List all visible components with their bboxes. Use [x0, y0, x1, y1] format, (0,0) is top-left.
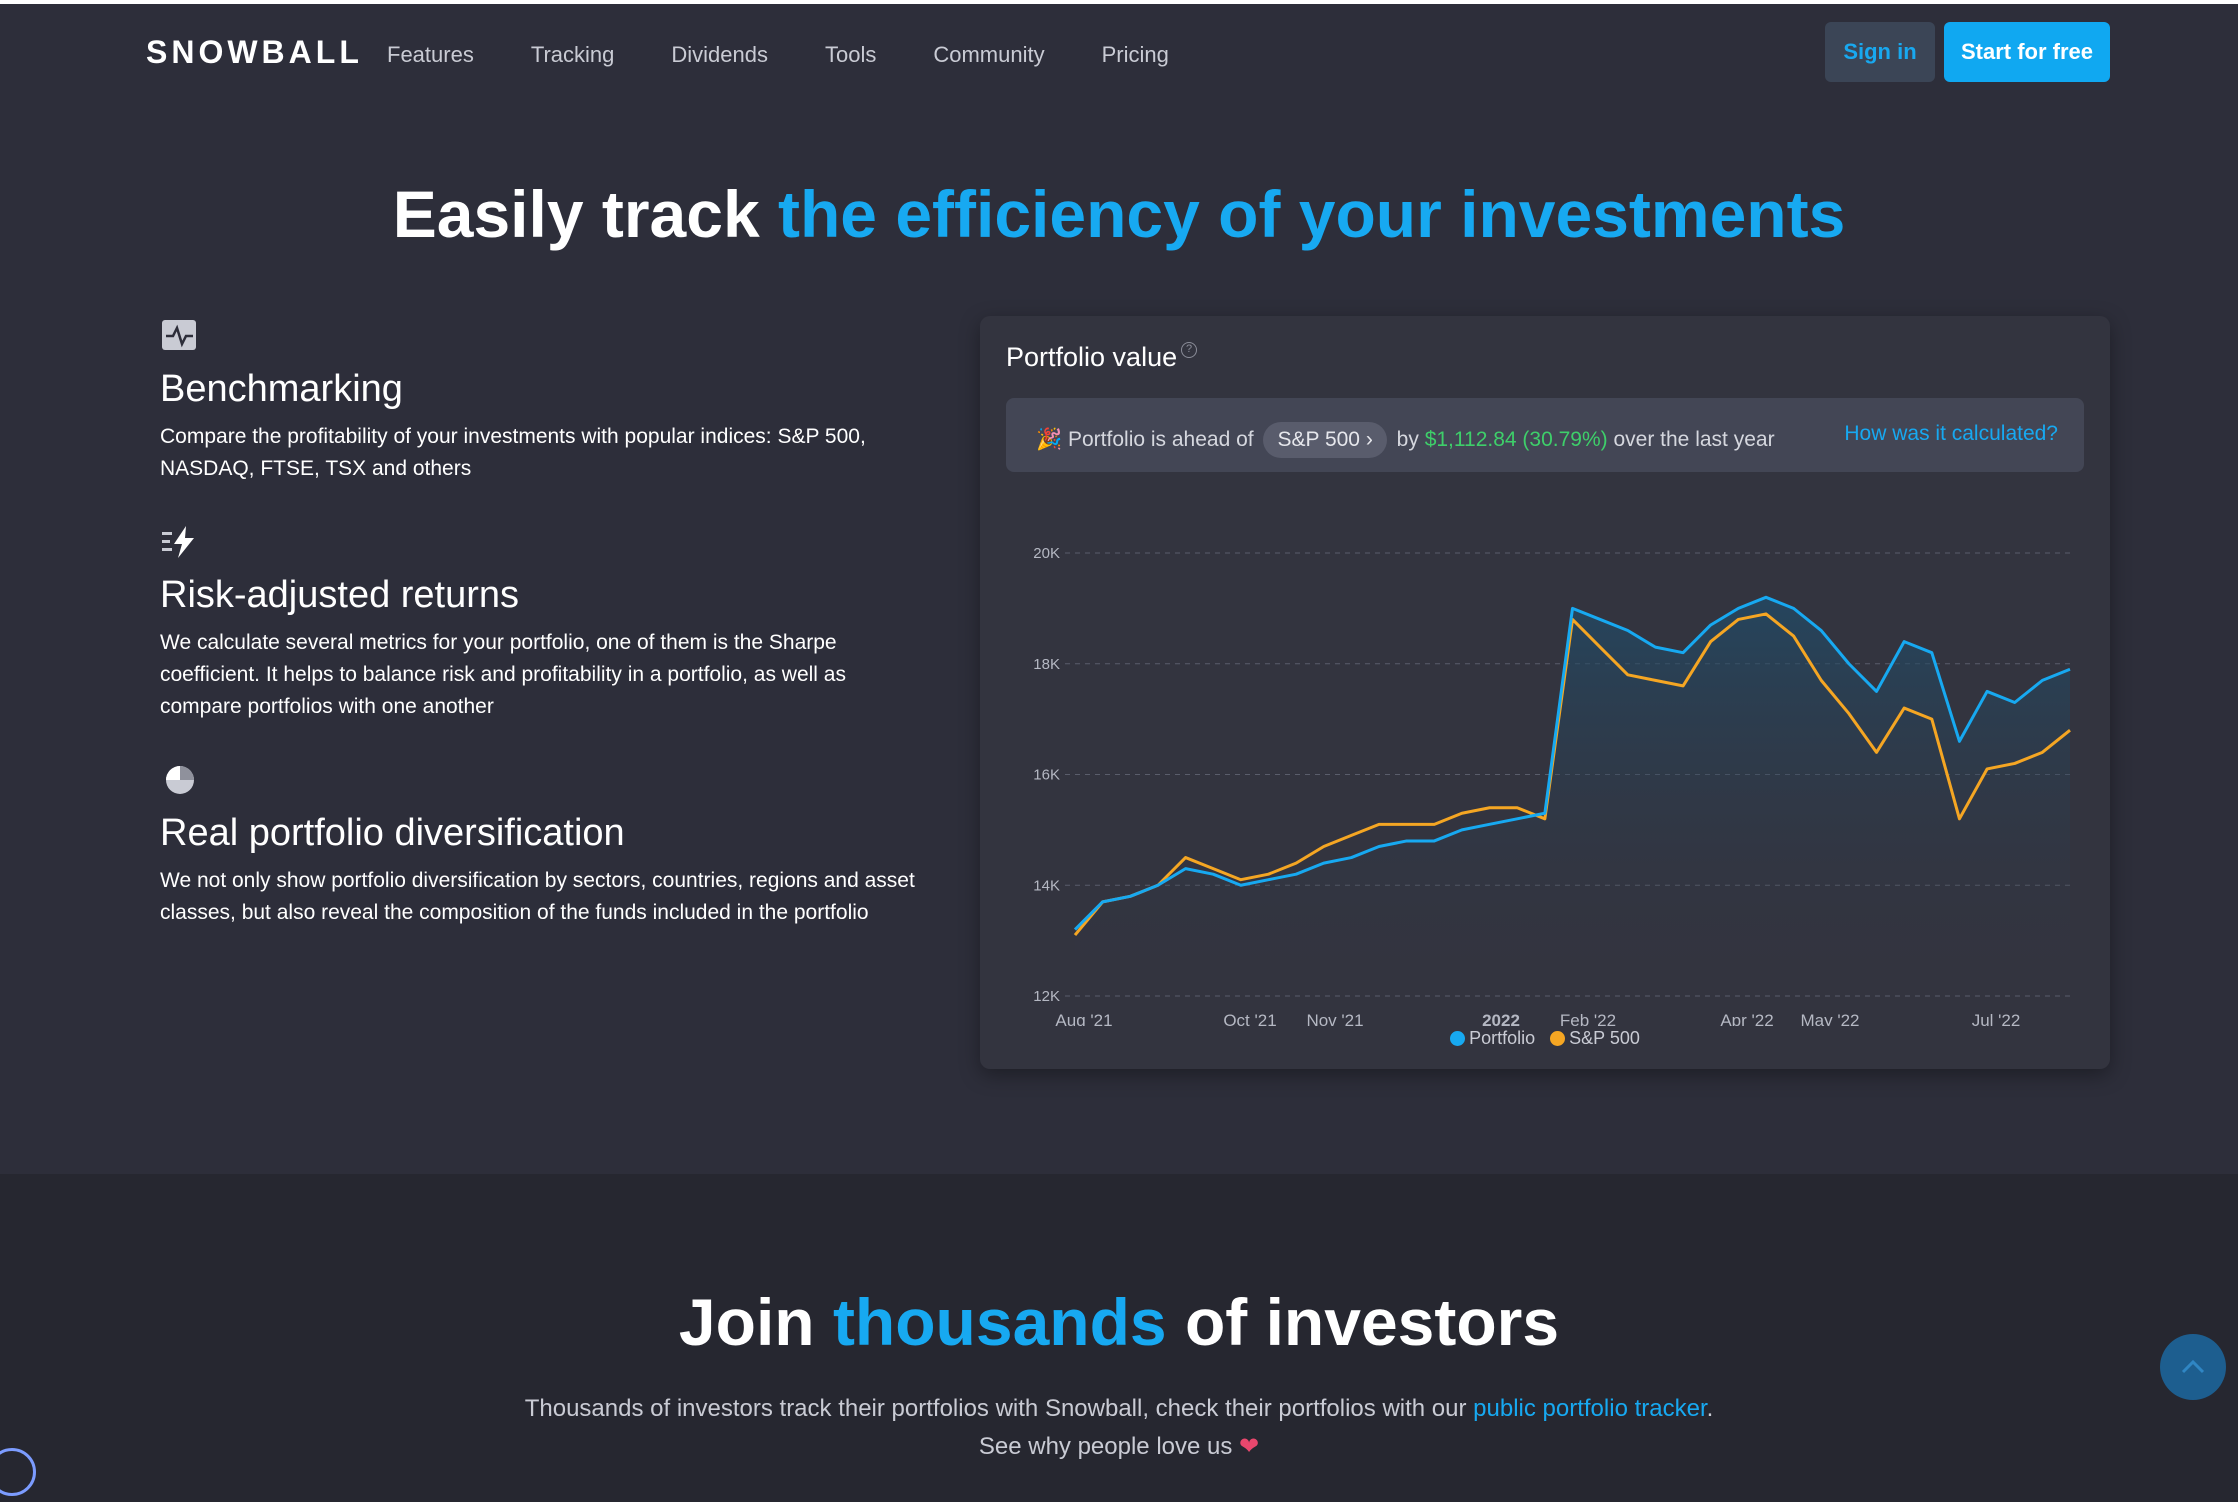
feature-benchmarking: Benchmarking Compare the profitability o…: [160, 318, 920, 485]
nav-tracking[interactable]: Tracking: [531, 42, 615, 68]
pulse-icon: [162, 320, 196, 350]
x-tick-label: Aug '21: [1055, 1011, 1112, 1026]
scroll-to-top-button[interactable]: [2160, 1334, 2226, 1400]
join-sub-line2: See why people love us: [978, 1433, 1240, 1460]
legend-dot: [1450, 1031, 1466, 1046]
join-title-a: Join: [678, 1285, 833, 1359]
legend-item-portfolio[interactable]: Portfolio: [1450, 1028, 1535, 1048]
x-tick-label: Oct '21: [1223, 1011, 1276, 1026]
banner-amount: $1,112.84: [1424, 428, 1517, 451]
card-title: Portfolio value?: [1006, 342, 1198, 373]
banner-percent: (30.79%): [1522, 428, 1608, 451]
portfolio-area: [1075, 597, 2070, 996]
hero-title-accent: the efficiency of your investments: [778, 177, 1846, 251]
benchmark-name: S&P 500: [1277, 428, 1360, 451]
hero-title: Easily track the efficiency of your inve…: [0, 176, 2238, 252]
portfolio-value-card: Portfolio value? 🎉 Portfolio is ahead of…: [980, 316, 2110, 1069]
join-subtitle: Thousands of investors track their portf…: [0, 1390, 2238, 1466]
y-tick-label: 18K: [1033, 656, 1060, 673]
x-tick-label: May '22: [1801, 1011, 1860, 1026]
help-icon[interactable]: ?: [1181, 342, 1198, 358]
site-header: SNOWBALL Features Tracking Dividends Too…: [0, 4, 2238, 104]
x-tick-label: Nov '21: [1306, 1011, 1363, 1026]
chart-legend: Portfolio S&P 500: [980, 1028, 2110, 1049]
feature-text: We not only show portfolio diversificati…: [160, 869, 915, 924]
join-sub-b: .: [1706, 1395, 1714, 1422]
x-tick-label: 2022: [1482, 1011, 1520, 1026]
y-tick-label: 12K: [1033, 988, 1060, 1005]
legend-label: Portfolio: [1469, 1028, 1536, 1048]
x-tick-label: Apr '22: [1720, 1011, 1773, 1026]
feature-title: Benchmarking: [160, 368, 403, 410]
start-for-free-button[interactable]: Start for free: [1944, 22, 2110, 82]
y-tick-label: 16K: [1033, 767, 1060, 784]
x-tick-label: Jul '22: [1972, 1011, 2021, 1026]
chevron-right-icon: ›: [1365, 428, 1373, 451]
nav-dividends[interactable]: Dividends: [671, 42, 768, 68]
join-sub-a: Thousands of investors track their portf…: [524, 1395, 1474, 1422]
feature-title: Real portfolio diversification: [160, 812, 625, 854]
y-tick-label: 20K: [1033, 545, 1060, 562]
lightning-icon: [162, 526, 194, 558]
x-tick-label: Feb '22: [1560, 1011, 1616, 1026]
feature-risk-adjusted: Risk-adjusted returns We calculate sever…: [160, 524, 920, 723]
y-tick-label: 14K: [1033, 877, 1060, 894]
benchmark-banner: 🎉 Portfolio is ahead of S&P 500 › by $1,…: [1006, 398, 2084, 472]
legend-label: S&P 500: [1569, 1028, 1640, 1048]
banner-prefix: Portfolio is ahead of: [1068, 428, 1254, 451]
snowball-logo[interactable]: SNOWBALL: [146, 34, 363, 71]
join-title-accent: thousands: [832, 1285, 1167, 1359]
public-portfolio-tracker-link[interactable]: public portfolio tracker: [1473, 1395, 1706, 1422]
feature-text: We calculate several metrics for your po…: [160, 631, 846, 718]
join-title: Join thousands of investors: [0, 1284, 2238, 1360]
sign-in-button[interactable]: Sign in: [1825, 22, 1935, 82]
nav-pricing[interactable]: Pricing: [1102, 42, 1169, 68]
legend-item-sp500[interactable]: S&P 500: [1550, 1028, 1640, 1048]
feature-title: Risk-adjusted returns: [160, 574, 520, 616]
nav-community[interactable]: Community: [933, 42, 1044, 68]
party-icon: 🎉: [1036, 428, 1063, 451]
hero-title-plain: Easily track: [392, 177, 778, 251]
banner-suffix: over the last year: [1613, 428, 1775, 451]
heart-icon: ❤: [1239, 1433, 1260, 1460]
how-calculated-link[interactable]: How was it calculated?: [1844, 422, 2058, 446]
legend-dot: [1550, 1031, 1566, 1046]
banner-by: by: [1396, 428, 1419, 451]
main-nav: Features Tracking Dividends Tools Commun…: [387, 42, 1226, 68]
arrow-up-icon: [2181, 1359, 2205, 1374]
nav-tools[interactable]: Tools: [825, 42, 876, 68]
benchmark-selector[interactable]: S&P 500 ›: [1263, 422, 1387, 458]
feature-text: Compare the profitability of your invest…: [160, 425, 866, 480]
join-section: Join thousands of investors Thousands of…: [0, 1174, 2238, 1502]
pie-icon: [166, 766, 194, 794]
card-title-text: Portfolio value: [1006, 342, 1178, 372]
nav-features[interactable]: Features: [387, 42, 474, 68]
feature-diversification: Real portfolio diversification We not on…: [160, 762, 920, 929]
banner-text: 🎉 Portfolio is ahead of S&P 500 › by $1,…: [1036, 422, 1775, 458]
join-title-b: of investors: [1166, 1285, 1560, 1359]
portfolio-chart[interactable]: 20K 18K 16K 14K 12K Aug '21 Oct '21 Nov '21 2022…: [980, 496, 2110, 1026]
